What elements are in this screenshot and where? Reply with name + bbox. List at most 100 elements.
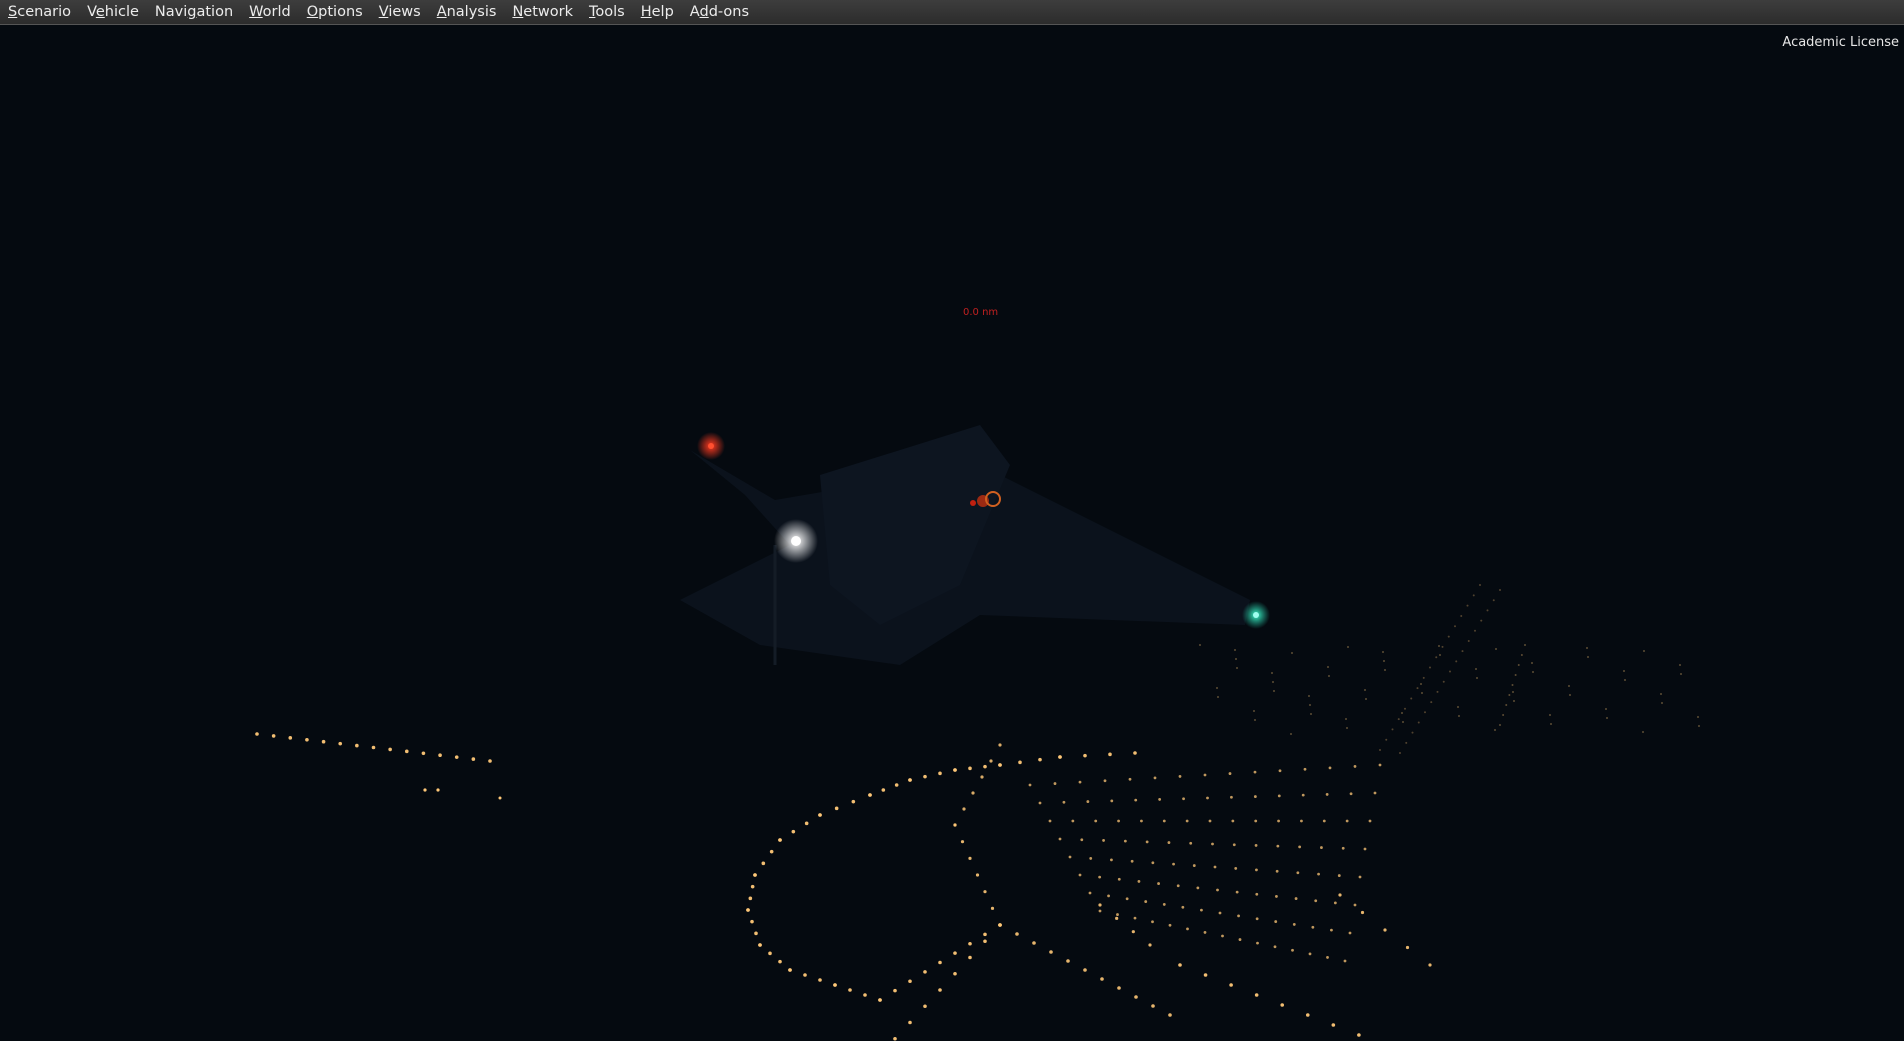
ground-light <box>938 988 942 992</box>
ground-light <box>1343 959 1347 963</box>
ground-light <box>1110 858 1113 862</box>
ground-light <box>851 799 856 804</box>
ground-light <box>1162 903 1166 906</box>
ground-lights <box>255 584 1700 1041</box>
ground-light <box>1116 913 1119 916</box>
menu-network[interactable]: Network <box>506 0 583 24</box>
ground-light <box>1253 770 1257 774</box>
ground-light <box>1404 707 1406 710</box>
ground-light <box>1428 963 1432 967</box>
menu-world-label-rest: orld <box>262 4 291 20</box>
3d-scene-viewport[interactable]: 0.0 nm Academic License <box>0 25 1904 1041</box>
ground-light <box>271 734 276 738</box>
ground-light <box>998 763 1002 767</box>
ground-light <box>1255 917 1259 921</box>
ground-light <box>1203 773 1207 777</box>
ground-light <box>1038 801 1042 805</box>
ground-light <box>1514 674 1517 676</box>
ground-light <box>1276 844 1280 848</box>
ground-light <box>953 823 957 827</box>
ground-light <box>1181 905 1185 909</box>
ground-light <box>1492 599 1495 602</box>
ground-light <box>1133 916 1137 920</box>
ground-light <box>1277 819 1280 823</box>
ground-light <box>1048 819 1052 823</box>
ground-light <box>1192 864 1196 867</box>
ground-light <box>1325 793 1329 796</box>
ground-light <box>438 753 442 758</box>
ground-light <box>1333 901 1337 905</box>
menu-analysis[interactable]: Analysis <box>431 0 507 24</box>
ground-light <box>1379 749 1381 751</box>
ground-light <box>1455 660 1458 663</box>
ground-light <box>1103 779 1107 783</box>
ground-light <box>1502 714 1505 716</box>
ground-light <box>962 807 966 811</box>
ground-light <box>983 939 987 944</box>
ground-light <box>404 749 409 754</box>
ground-light <box>998 923 1002 927</box>
ground-light <box>1230 795 1233 799</box>
ground-light <box>1679 664 1681 666</box>
ground-light <box>1480 619 1483 622</box>
ground-light <box>1442 680 1445 683</box>
ground-light <box>1168 1013 1172 1017</box>
ground-light <box>1532 671 1534 673</box>
ground-light <box>1236 667 1238 669</box>
ground-light <box>1300 819 1303 823</box>
menu-options-mnemonic: O <box>306 4 319 20</box>
ground-light <box>1494 729 1496 731</box>
ground-light <box>778 959 782 964</box>
ground-light <box>1068 855 1072 859</box>
ground-light <box>761 861 766 866</box>
ground-light <box>1346 727 1348 729</box>
landing-light-core <box>791 536 801 546</box>
ground-light <box>1298 845 1302 849</box>
ground-light <box>1511 684 1514 686</box>
ground-light <box>1486 609 1489 612</box>
ground-light <box>1383 660 1385 662</box>
menu-vehicle-label-pre: V <box>87 4 96 20</box>
ground-light <box>1254 819 1258 823</box>
ground-light <box>1213 865 1217 869</box>
menu-vehicle[interactable]: Vehicle <box>81 0 149 24</box>
ground-light <box>1348 931 1352 935</box>
ground-light <box>1290 733 1292 735</box>
ground-light <box>1216 687 1218 689</box>
menu-help[interactable]: Help <box>635 0 684 24</box>
ground-light <box>1328 675 1330 677</box>
ground-light <box>1211 842 1214 846</box>
ground-light <box>1275 869 1279 873</box>
ground-light <box>1550 723 1552 725</box>
ground-light <box>1569 694 1571 696</box>
menu-analysis-mnemonic: A <box>436 4 447 20</box>
menu-network-label-rest: etwork <box>523 4 573 20</box>
ground-light <box>1402 721 1404 723</box>
ground-light <box>968 766 972 771</box>
ground-light <box>1439 654 1441 656</box>
ground-light <box>1015 932 1019 936</box>
ground-light <box>750 884 755 889</box>
menu-world[interactable]: World <box>243 0 301 24</box>
ground-light <box>1642 731 1644 733</box>
menu-add-ons[interactable]: Add-ons <box>684 0 759 24</box>
ground-light <box>1338 893 1342 897</box>
ground-light <box>1148 943 1152 947</box>
ground-light <box>1216 888 1219 892</box>
menu-navigation[interactable]: Navigation <box>149 0 243 24</box>
menu-options[interactable]: Options <box>301 0 373 24</box>
ground-light <box>1311 925 1315 929</box>
ground-light <box>1110 799 1114 803</box>
ground-light <box>1221 934 1224 938</box>
ground-light <box>769 849 774 854</box>
ground-light <box>1416 687 1419 690</box>
ground-light <box>1308 952 1312 956</box>
menu-views[interactable]: Views <box>373 0 431 24</box>
menu-tools[interactable]: Tools <box>583 0 635 24</box>
ground-light <box>388 747 392 752</box>
ground-light <box>1100 977 1104 981</box>
ground-light <box>1421 692 1423 694</box>
ground-light <box>1365 698 1367 700</box>
ground-light <box>998 743 1002 747</box>
menu-scenario[interactable]: Scenario <box>2 0 81 24</box>
